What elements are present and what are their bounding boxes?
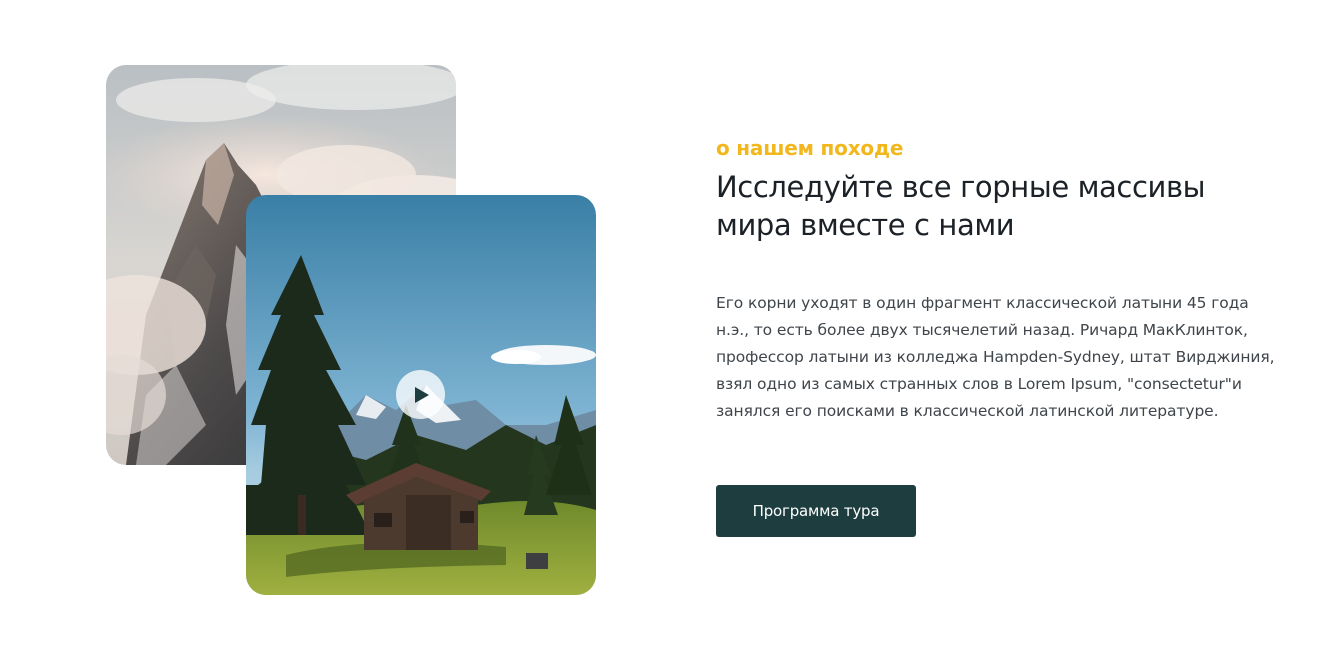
about-content: о нашем походе Исследуйте все горные мас… — [716, 134, 1276, 425]
video-play-button[interactable] — [396, 370, 445, 419]
play-icon — [415, 386, 429, 403]
section-eyebrow: о нашем походе — [716, 136, 904, 160]
cabin-photo — [246, 195, 596, 595]
about-tour-section: о нашем походе Исследуйте все горные мас… — [0, 0, 1330, 662]
tour-program-button[interactable]: Программа тура — [716, 485, 916, 537]
section-description: Его корни уходят в один фрагмент классич… — [716, 294, 1275, 420]
section-heading: Исследуйте все горные массивы мира вмест… — [716, 170, 1206, 242]
